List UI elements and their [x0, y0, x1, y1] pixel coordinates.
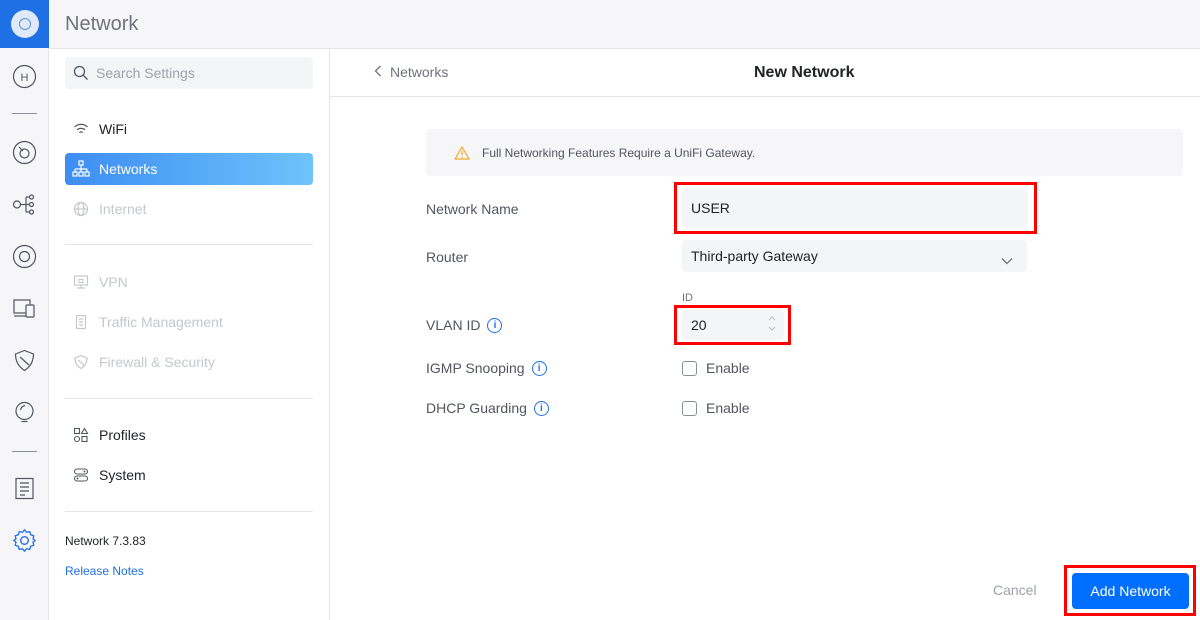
router-select[interactable]: Third-party Gateway	[682, 240, 1027, 272]
settings-gear-icon[interactable]	[12, 528, 37, 553]
sidebar-item-firewall-security[interactable]: Firewall & Security	[65, 346, 313, 378]
shield-icon	[71, 352, 91, 372]
back-link[interactable]: Networks	[374, 64, 448, 80]
notice-text: Full Networking Features Require a UniFi…	[482, 145, 756, 160]
vlan-id-input[interactable]	[691, 317, 761, 333]
globe-icon	[71, 199, 91, 219]
protect-shield-icon[interactable]	[12, 348, 37, 373]
search-box	[65, 57, 313, 89]
sidebar-item-wifi[interactable]: WiFi	[65, 113, 313, 145]
release-notes-link[interactable]: Release Notes	[65, 564, 144, 578]
dhcp-enable-checkbox[interactable]	[682, 400, 697, 416]
clients-icon[interactable]	[12, 296, 37, 321]
sidebar-item-label: Internet	[99, 201, 147, 217]
sidebar-item-networks[interactable]: Networks	[65, 153, 313, 185]
search-input[interactable]	[96, 57, 306, 89]
igmp-label-row: IGMP Snooping i	[426, 360, 547, 376]
system-icon	[71, 465, 91, 485]
app-window: H Network Search Settings WiFi Networks …	[0, 0, 1200, 620]
app-title: Network	[65, 13, 139, 35]
igmp-enable-row[interactable]: Enable	[682, 360, 750, 376]
sidebar-item-traffic-management[interactable]: Traffic Management	[65, 306, 313, 338]
sidebar-item-vpn[interactable]: VPN	[65, 266, 313, 298]
topology-icon[interactable]	[12, 192, 37, 217]
top-bar: Network	[49, 0, 1200, 49]
cancel-button[interactable]: Cancel	[993, 582, 1037, 598]
vlan-id-label: VLAN ID	[426, 317, 481, 333]
dhcp-enable-row[interactable]: Enable	[682, 400, 750, 416]
version-text: Network 7.3.83	[65, 534, 146, 548]
profiles-icon	[71, 425, 91, 445]
vlan-id-field	[682, 310, 784, 340]
sidebar-item-internet[interactable]: Internet	[65, 193, 313, 225]
vpn-icon	[71, 272, 91, 292]
gateway-notice-banner: Full Networking Features Require a UniFi…	[426, 129, 1183, 176]
traffic-icon	[71, 312, 91, 332]
warning-icon	[454, 145, 470, 160]
sidebar-item-label: VPN	[99, 274, 128, 290]
vlan-info-icon[interactable]: i	[487, 317, 503, 333]
igmp-info-icon[interactable]: i	[531, 360, 547, 376]
unifi-logo-icon[interactable]	[0, 0, 49, 48]
logs-icon[interactable]	[12, 476, 37, 501]
sidebar-divider	[65, 511, 313, 512]
content-header: Networks New Network	[330, 49, 1200, 97]
search-icon	[73, 65, 89, 86]
network-name-input[interactable]	[691, 200, 1028, 216]
settings-sidebar: WiFi Networks Internet VPN Traffic	[49, 49, 330, 620]
page-title: New Network	[754, 64, 855, 81]
rail-divider	[12, 451, 37, 452]
sidebar-item-label: System	[99, 467, 146, 483]
router-selected-value: Third-party Gateway	[691, 248, 818, 264]
dhcp-info-icon[interactable]: i	[533, 400, 549, 416]
vlan-stepper[interactable]	[768, 316, 776, 331]
sidebar-divider	[65, 398, 313, 399]
sidebar-item-system[interactable]: System	[65, 459, 313, 491]
sidebar-divider	[65, 244, 313, 245]
vlan-id-caption: ID	[682, 292, 693, 304]
dhcp-label: DHCP Guarding	[426, 400, 527, 416]
sidebar-item-label: Traffic Management	[99, 314, 223, 330]
igmp-label: IGMP Snooping	[426, 360, 525, 376]
sidebar-item-label: WiFi	[99, 121, 127, 137]
vlan-id-label-row: VLAN ID i	[426, 317, 503, 333]
networks-icon	[71, 159, 91, 179]
network-name-field	[682, 189, 1028, 227]
add-network-button[interactable]: Add Network	[1072, 573, 1189, 609]
sidebar-item-profiles[interactable]: Profiles	[65, 419, 313, 451]
router-label: Router	[426, 249, 469, 265]
chevron-down-icon	[1001, 252, 1013, 268]
network-name-label: Network Name	[426, 201, 519, 217]
sidebar-item-label: Networks	[99, 161, 158, 177]
sidebar-item-label: Firewall & Security	[99, 354, 215, 370]
chevron-left-icon	[374, 64, 382, 80]
home-icon[interactable]: H	[12, 64, 37, 89]
insights-bulb-icon[interactable]	[12, 400, 37, 425]
dhcp-enable-label: Enable	[706, 400, 750, 416]
stepper-up-icon[interactable]	[768, 316, 776, 321]
sidebar-item-label: Profiles	[99, 427, 146, 443]
rail-divider	[12, 113, 37, 114]
devices-icon[interactable]	[12, 244, 37, 269]
icon-rail: H	[0, 0, 49, 620]
igmp-enable-checkbox[interactable]	[682, 360, 697, 376]
igmp-enable-label: Enable	[706, 360, 750, 376]
home-letter: H	[21, 72, 29, 84]
dashboard-icon[interactable]	[12, 140, 37, 165]
dhcp-label-row: DHCP Guarding i	[426, 400, 549, 416]
wifi-icon	[71, 119, 91, 139]
stepper-down-icon[interactable]	[768, 326, 776, 331]
back-label: Networks	[390, 64, 449, 80]
